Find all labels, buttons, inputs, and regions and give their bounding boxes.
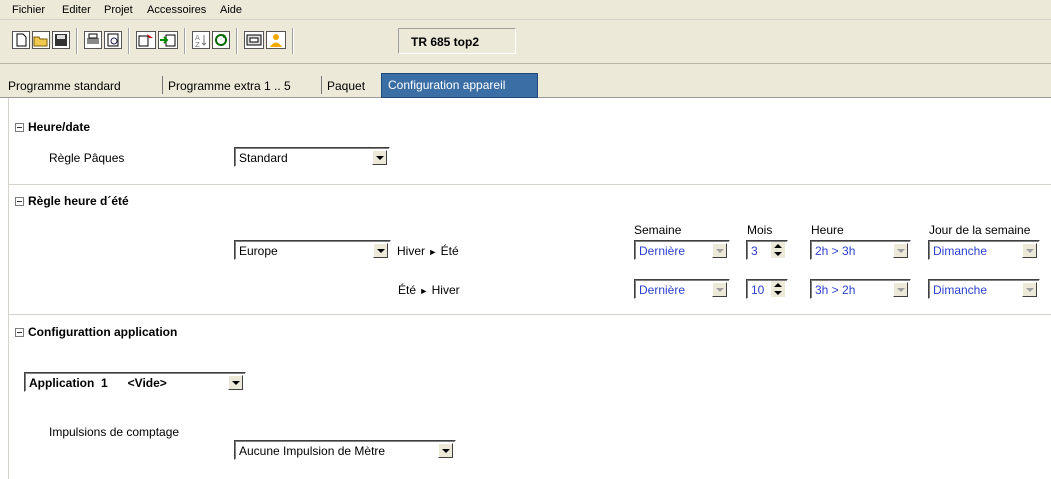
chevron-down-icon[interactable]	[712, 243, 727, 258]
regle-paques-value: Standard	[239, 151, 288, 165]
chevron-down-icon[interactable]	[1022, 282, 1037, 297]
menu-accessoires[interactable]: Accessoires	[147, 4, 206, 16]
section-application[interactable]: Configurattion application	[15, 325, 177, 339]
semaine-select[interactable]: Dernière	[634, 240, 730, 260]
toolbar-separator	[128, 28, 130, 54]
svg-text:Z: Z	[195, 41, 200, 48]
print-preview-icon[interactable]	[104, 31, 122, 49]
section-divider	[9, 314, 1051, 315]
collapse-icon[interactable]	[15, 122, 24, 132]
transition-to: Hiver	[431, 283, 460, 297]
new-file-icon[interactable]	[12, 31, 30, 49]
semaine-value: Dernière	[639, 244, 686, 258]
jour-select[interactable]: Dimanche	[928, 240, 1040, 260]
chevron-down-icon[interactable]	[893, 243, 908, 258]
section-title: Configurattion application	[28, 325, 178, 339]
tab-configuration-appareil[interactable]: Configuration appareil	[381, 73, 538, 98]
tab-bar: Programme standard Programme extra 1 .. …	[0, 64, 1051, 98]
spin-down-icon[interactable]	[771, 289, 785, 297]
chevron-down-icon[interactable]	[438, 443, 453, 458]
section-title: Règle heure d´été	[28, 194, 129, 208]
arrow-right-icon: ►	[419, 286, 429, 296]
device-name: TR 685 top2	[398, 28, 516, 54]
transition-summer-winter: Été ► Hiver	[398, 283, 460, 297]
import-icon[interactable]	[158, 31, 178, 49]
jour-select[interactable]: Dimanche	[928, 279, 1040, 299]
refresh-icon[interactable]	[212, 31, 230, 49]
jour-value: Dimanche	[933, 244, 988, 258]
tab-programme-extra[interactable]: Programme extra 1 .. 5	[168, 74, 291, 98]
menu-editer[interactable]: Editer	[62, 4, 91, 16]
transition-from: Été	[398, 283, 417, 297]
chevron-down-icon[interactable]	[893, 282, 908, 297]
transition-from: Hiver	[397, 244, 426, 258]
collapse-icon[interactable]	[15, 327, 24, 337]
mois-stepper[interactable]: 3	[746, 240, 788, 260]
spin-down-icon[interactable]	[771, 250, 785, 258]
heure-select[interactable]: 3h > 2h	[810, 279, 911, 299]
chevron-down-icon[interactable]	[372, 150, 387, 165]
device-icon[interactable]	[244, 31, 264, 49]
spin-up-icon[interactable]	[771, 242, 785, 250]
user-icon[interactable]	[266, 31, 286, 49]
chevron-down-icon[interactable]	[1022, 243, 1037, 258]
menu-fichier[interactable]: Fichier	[12, 4, 45, 16]
chevron-down-icon[interactable]	[373, 243, 388, 258]
mois-stepper[interactable]: 10	[746, 279, 788, 299]
toolbar: AZ TR 685 top2	[0, 20, 1051, 64]
menu-projet[interactable]: Projet	[104, 4, 133, 16]
application-select[interactable]: Application 1 <Vide>	[24, 372, 246, 392]
menu-aide[interactable]: Aide	[220, 4, 242, 16]
toolbar-separator	[184, 28, 186, 54]
impulsions-label: Impulsions de comptage	[49, 425, 180, 439]
semaine-header: Semaine	[634, 223, 682, 237]
menu-bar: Fichier Editer Projet Accessoires Aide	[0, 0, 1051, 20]
spin-up-icon[interactable]	[771, 281, 785, 289]
mois-value: 3	[751, 244, 758, 258]
heure-select[interactable]: 2h > 3h	[810, 240, 911, 260]
chevron-down-icon[interactable]	[712, 282, 727, 297]
transition-winter-summer: Hiver ► Été	[397, 244, 459, 258]
save-icon[interactable]	[52, 31, 70, 49]
toolbar-separator	[292, 28, 294, 54]
mois-value: 10	[751, 283, 765, 297]
jour-header: Jour de la semaine	[929, 223, 1031, 237]
semaine-select[interactable]: Dernière	[634, 279, 730, 299]
regle-paques-select[interactable]: Standard	[234, 147, 390, 167]
open-folder-icon[interactable]	[32, 31, 50, 49]
collapse-icon[interactable]	[15, 196, 24, 206]
print-icon[interactable]	[84, 31, 102, 49]
transition-to: Été	[440, 244, 459, 258]
tab-programme-standard[interactable]: Programme standard	[8, 74, 121, 98]
toolbar-separator	[236, 28, 238, 54]
section-heure-date[interactable]: Heure/date	[15, 120, 90, 134]
heure-value: 2h > 3h	[815, 244, 856, 258]
toolbar-separator	[76, 28, 78, 54]
impulsions-select[interactable]: Aucune Impulsion de Mètre	[234, 440, 456, 460]
content-panel: Heure/date Règle Pâques Standard Règle h…	[8, 98, 1051, 479]
tab-paquet[interactable]: Paquet	[327, 74, 365, 98]
impulsions-value: Aucune Impulsion de Mètre	[239, 444, 386, 458]
application-value: Application 1 <Vide>	[29, 376, 167, 390]
regle-paques-label: Règle Pâques	[49, 151, 125, 165]
chevron-down-icon[interactable]	[228, 375, 243, 390]
arrow-right-icon: ►	[428, 247, 438, 257]
region-value: Europe	[239, 244, 278, 258]
jour-value: Dimanche	[933, 283, 988, 297]
tab-separator	[162, 76, 163, 94]
semaine-value: Dernière	[639, 283, 686, 297]
section-heure-ete[interactable]: Règle heure d´été	[15, 194, 129, 208]
section-title: Heure/date	[28, 120, 91, 134]
tab-separator	[321, 76, 322, 94]
section-divider	[9, 184, 1051, 185]
sort-icon[interactable]: AZ	[192, 31, 210, 49]
heure-value: 3h > 2h	[815, 283, 856, 297]
export-icon[interactable]	[136, 31, 156, 49]
region-select[interactable]: Europe	[234, 240, 391, 260]
heure-header: Heure	[811, 223, 844, 237]
mois-header: Mois	[747, 223, 773, 237]
